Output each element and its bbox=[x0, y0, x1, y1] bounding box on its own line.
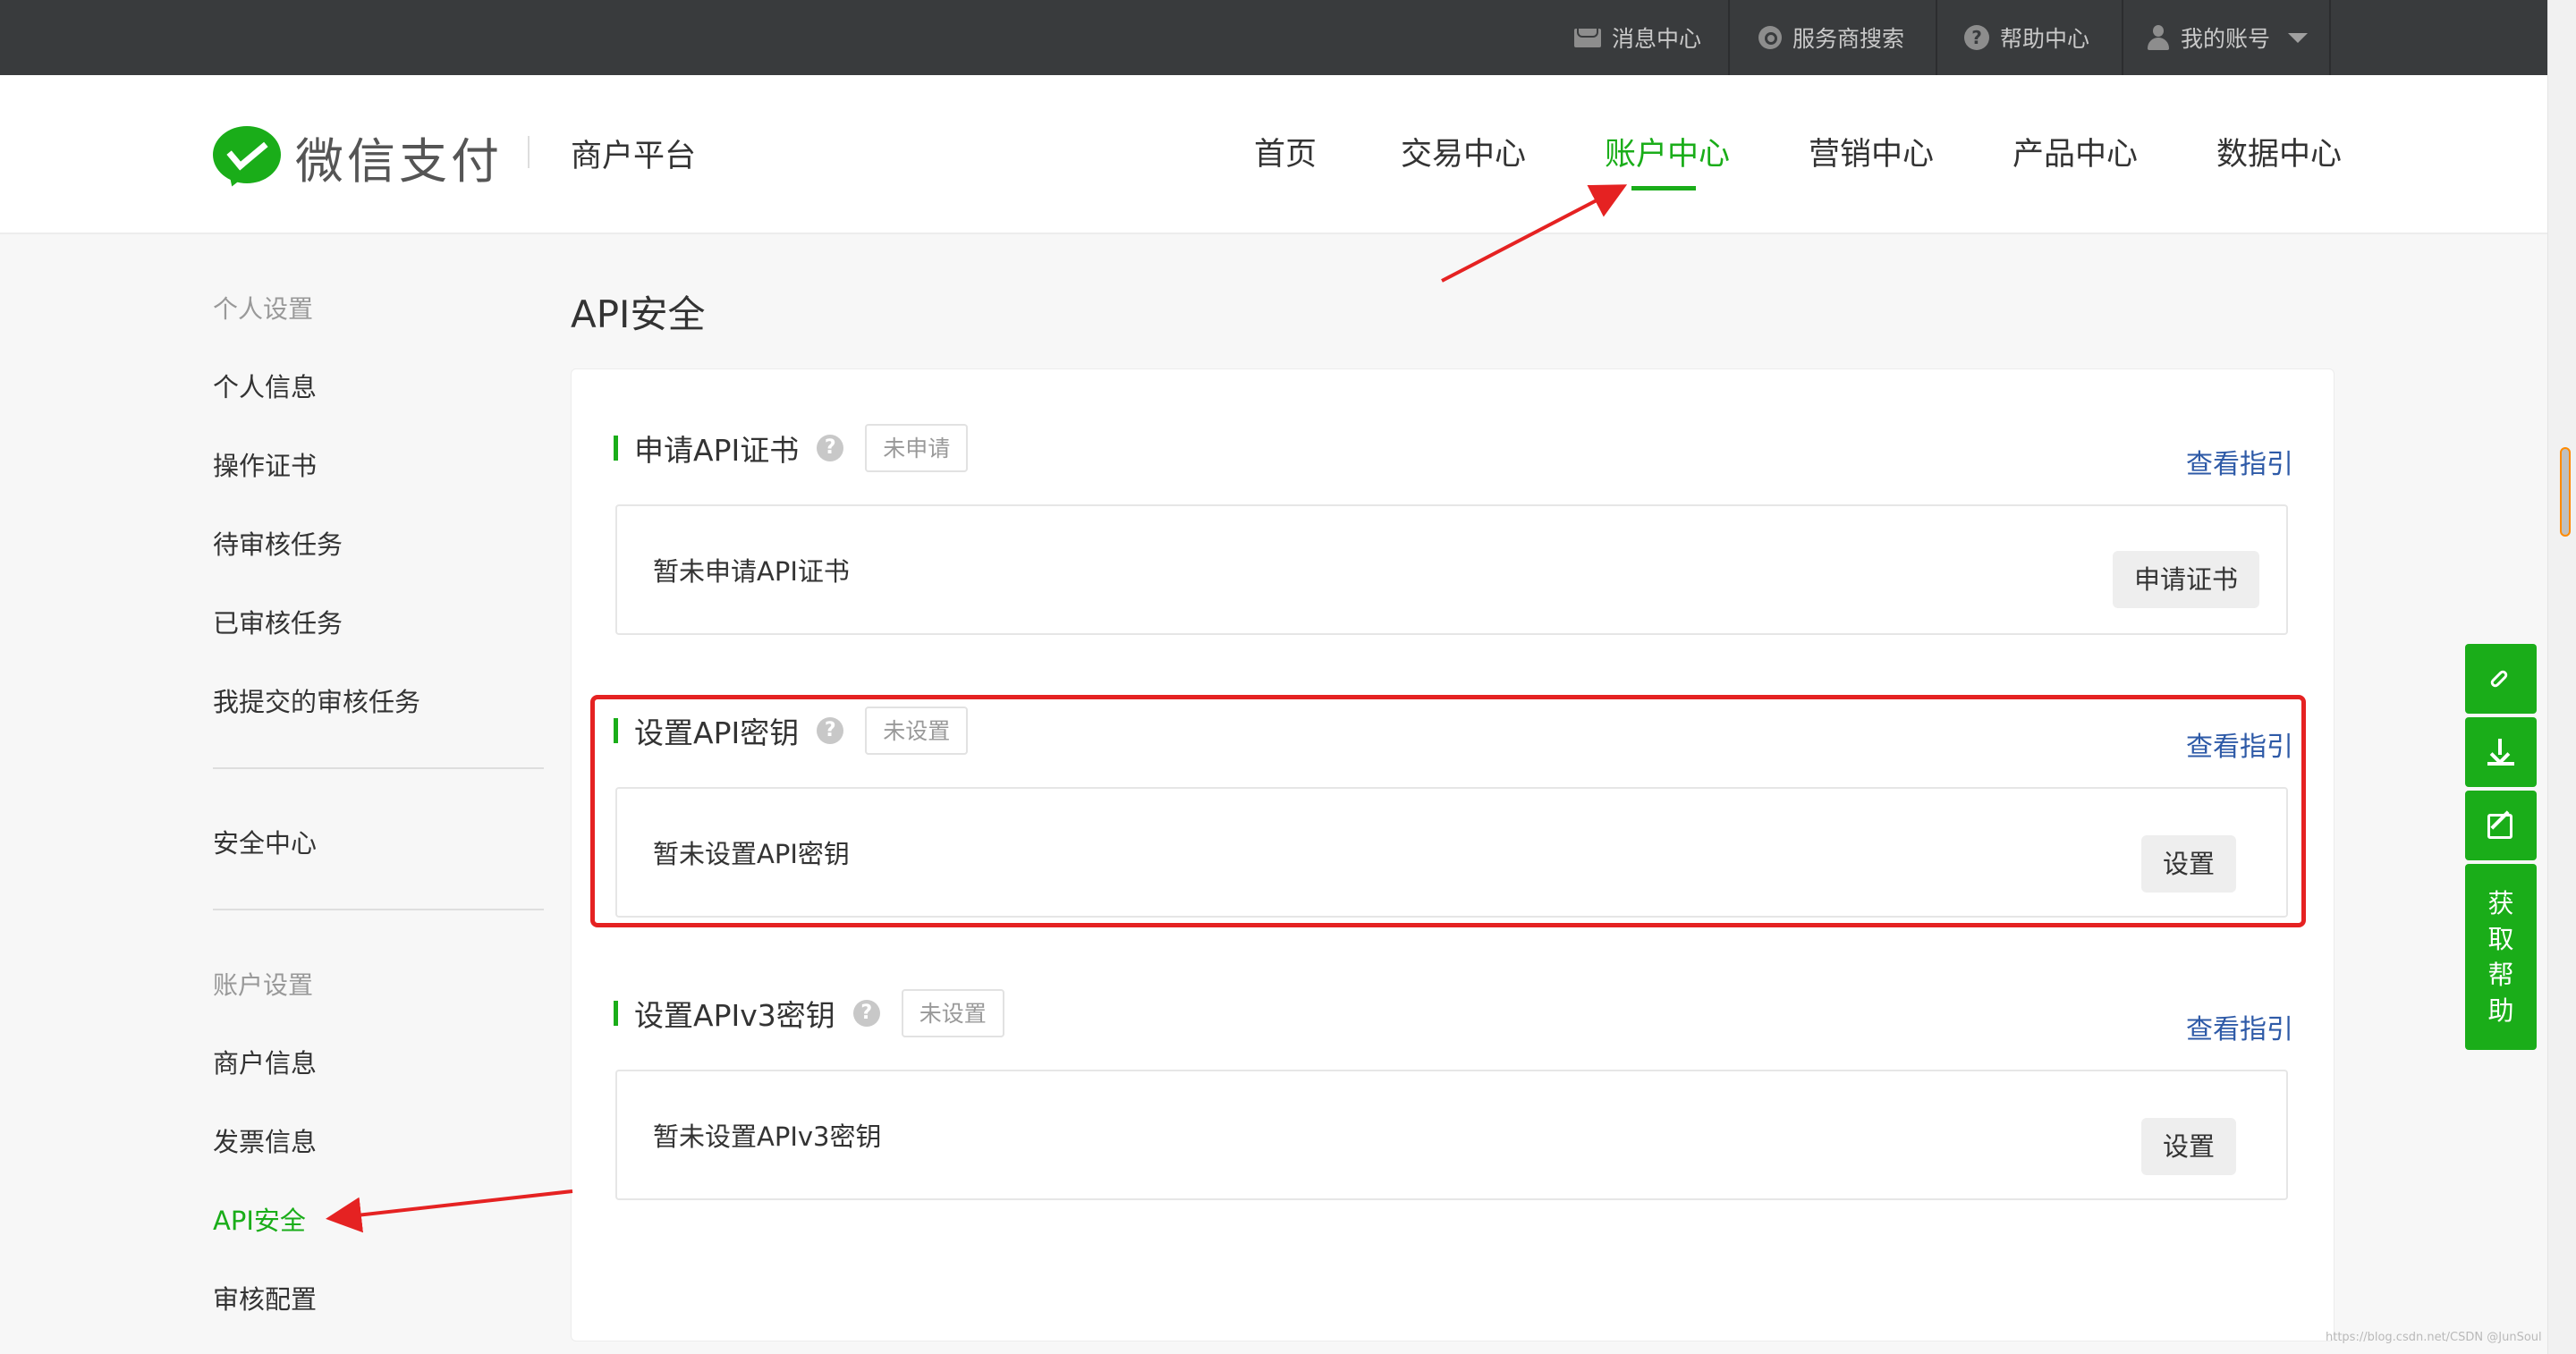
get-help-button[interactable]: 获取帮助 bbox=[2465, 864, 2537, 1050]
scrollbar-thumb[interactable] bbox=[2560, 447, 2571, 537]
share-link-button[interactable] bbox=[2465, 644, 2537, 714]
arrow-to-account-center bbox=[1441, 184, 1628, 283]
edit-icon bbox=[2486, 810, 2516, 841]
page-scrollbar[interactable] bbox=[2547, 0, 2576, 1354]
watermark: https://blog.csdn.net/CSDN @JunSoul bbox=[2326, 1331, 2542, 1344]
arrow-to-api-security bbox=[326, 1189, 573, 1233]
feedback-button[interactable] bbox=[2465, 791, 2537, 860]
annotation-arrows bbox=[326, 184, 1628, 1233]
download-icon bbox=[2486, 737, 2516, 767]
link-icon bbox=[2486, 664, 2516, 694]
download-button[interactable] bbox=[2465, 717, 2537, 787]
get-help-label: 获取帮助 bbox=[2487, 888, 2514, 1026]
